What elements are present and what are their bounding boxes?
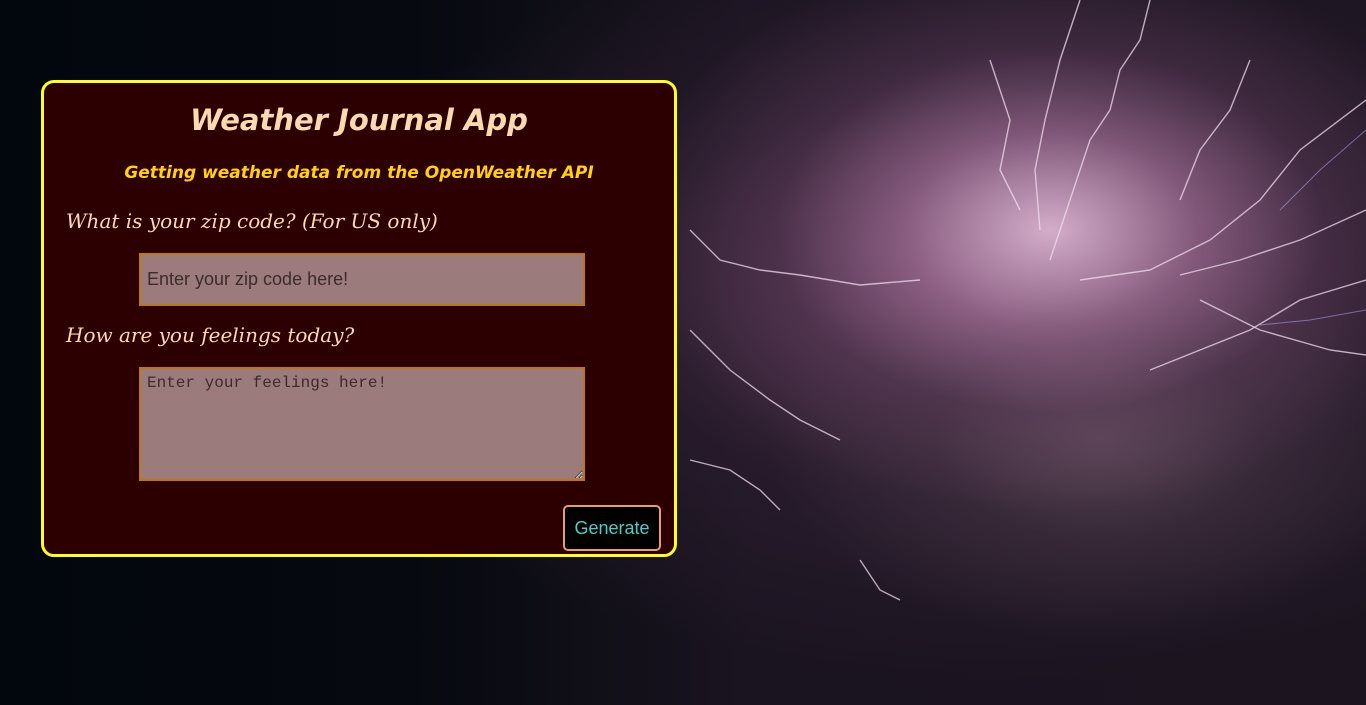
zip-code-input[interactable] xyxy=(139,253,585,306)
feelings-textarea[interactable] xyxy=(139,367,585,481)
zip-label: What is your zip code? (For US only) xyxy=(66,209,438,233)
feelings-label: How are you feelings today? xyxy=(66,323,355,347)
app-subtitle: Getting weather data from the OpenWeathe… xyxy=(124,163,594,183)
generate-button[interactable]: Generate xyxy=(563,505,661,551)
app-title: Weather Journal App xyxy=(190,103,528,137)
weather-journal-card: Weather Journal App Getting weather data… xyxy=(41,80,677,557)
